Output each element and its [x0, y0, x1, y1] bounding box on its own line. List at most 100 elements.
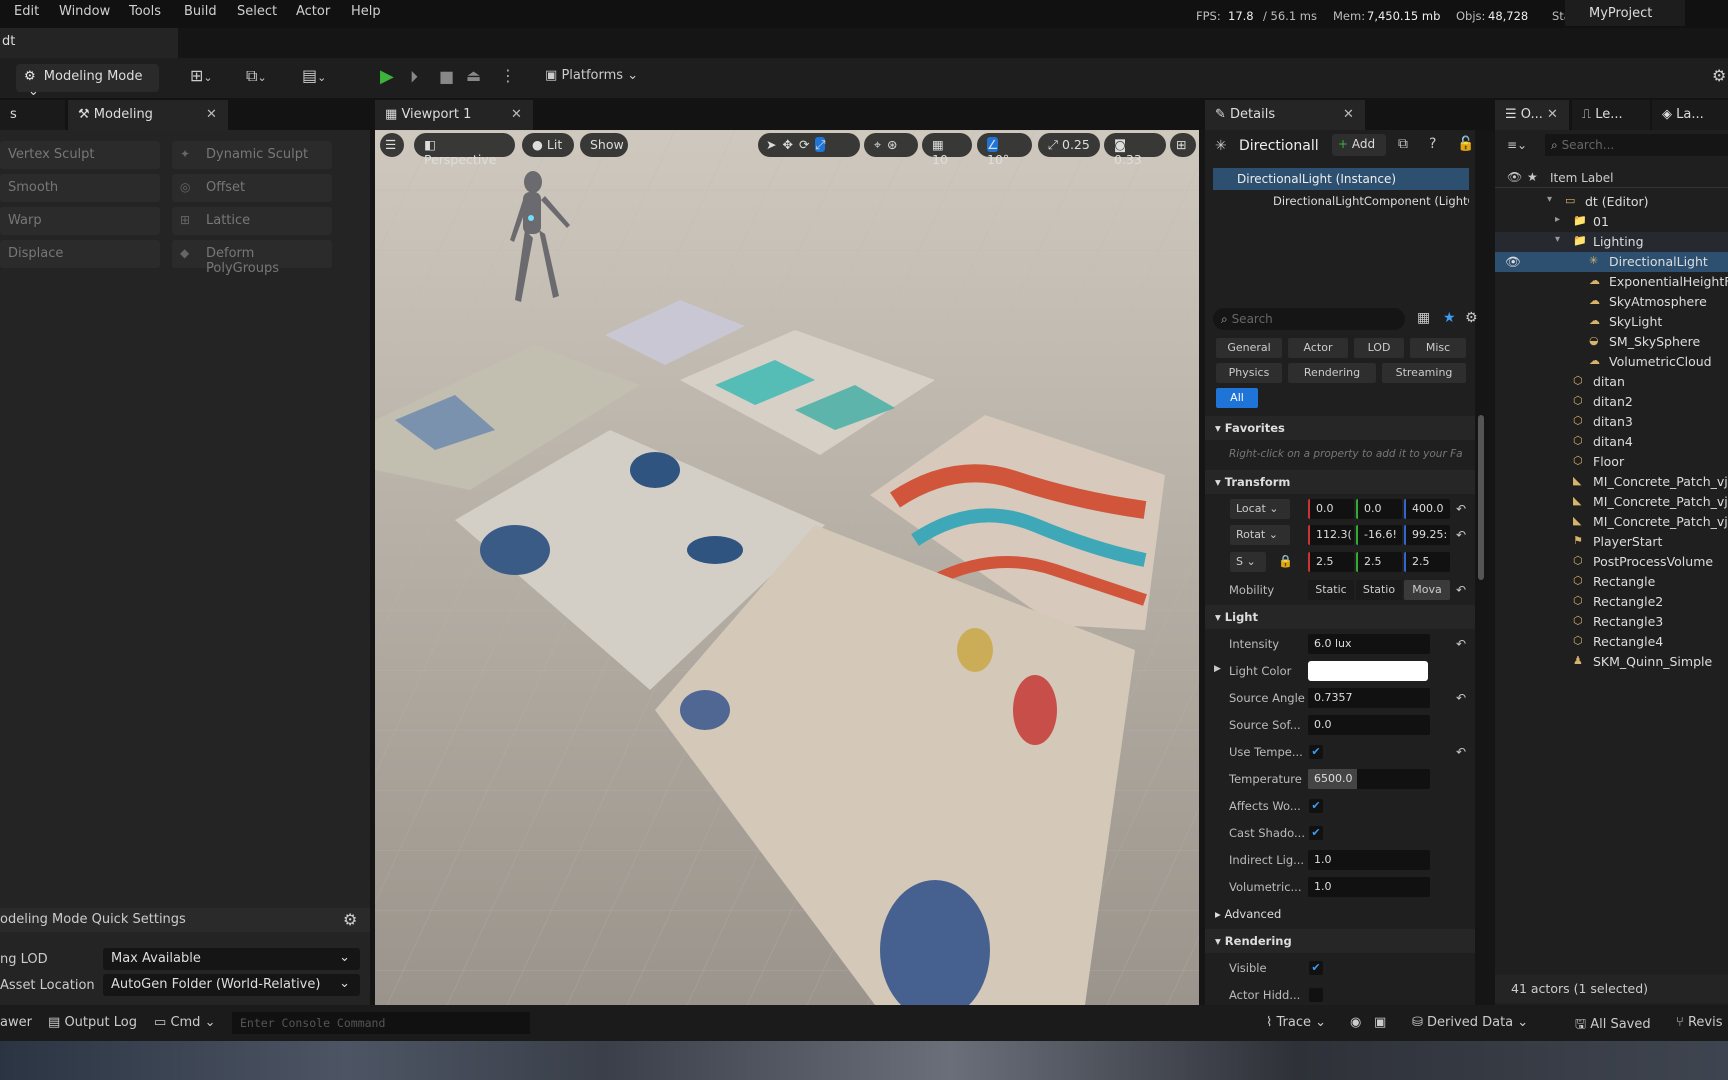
filter-rendering[interactable]: Rendering: [1288, 363, 1376, 383]
advance-frame-button[interactable]: ⏵: [410, 67, 418, 87]
rotation-z[interactable]: 99.25:: [1404, 525, 1450, 545]
outliner-row[interactable]: ◣ MI_Concrete_Patch_vj: [1495, 512, 1728, 532]
cmd-button[interactable]: ▭ Cmd ⌄: [154, 1015, 215, 1030]
expand-arrow-icon[interactable]: ▾: [1555, 234, 1560, 245]
source-angle-input[interactable]: 0.7357: [1308, 688, 1430, 708]
temperature-slider[interactable]: 6500.0: [1308, 769, 1430, 789]
use-temperature-checkbox[interactable]: ✔: [1309, 745, 1323, 759]
filter-icon[interactable]: ≡⌄: [1507, 138, 1527, 152]
tool-smooth[interactable]: Smooth: [0, 174, 160, 202]
eye-icon[interactable]: 👁: [1507, 170, 1522, 184]
document-tab[interactable]: dt: [0, 28, 178, 58]
rotation-snap-button[interactable]: ∠ 10°: [977, 133, 1032, 167]
camera-speed-button[interactable]: ◙ 0.33: [1104, 133, 1166, 167]
table-view-icon[interactable]: ▦: [1417, 310, 1430, 326]
location-select[interactable]: Locat ⌄: [1230, 499, 1290, 519]
scale-z[interactable]: 2.5: [1404, 552, 1450, 572]
rotation-select[interactable]: Rotat ⌄: [1230, 525, 1290, 545]
outliner-row[interactable]: ◒ SM_SkySphere: [1495, 332, 1728, 352]
mode-selector[interactable]: ⚙ Modeling Mode ⌄: [16, 64, 159, 99]
close-icon[interactable]: ✕: [1547, 107, 1558, 122]
mobility-movable[interactable]: Mova: [1404, 580, 1450, 600]
outliner-row[interactable]: ☁ SkyLight: [1495, 312, 1728, 332]
tab-details[interactable]: ✎ Details ✕: [1205, 100, 1365, 130]
visible-checkbox[interactable]: ✔: [1309, 961, 1323, 975]
tab-left-partial[interactable]: s: [0, 100, 65, 130]
reset-icon[interactable]: ↶: [1456, 637, 1466, 651]
viewport-canvas[interactable]: [375, 130, 1199, 1005]
grid-snap-button[interactable]: ▦ 10: [922, 133, 972, 167]
screenshot-icon[interactable]: ▣: [1374, 1015, 1386, 1030]
indirect-lighting-input[interactable]: 1.0: [1308, 850, 1430, 870]
outliner-row[interactable]: ⬡ Rectangle3: [1495, 612, 1728, 632]
show-button[interactable]: Show: [580, 133, 628, 157]
tool-lattice[interactable]: Lattice: [172, 207, 332, 235]
outliner-row[interactable]: 👁 ✳ DirectionalLight: [1495, 252, 1728, 272]
reset-icon[interactable]: ↶: [1456, 745, 1466, 759]
outliner-row[interactable]: ▸ 📁 01: [1495, 212, 1728, 232]
outliner-row[interactable]: ⚑ PlayerStart: [1495, 532, 1728, 552]
reset-icon[interactable]: ↶: [1456, 691, 1466, 705]
add-actor-button[interactable]: ⊞⌄: [190, 66, 230, 90]
affects-world-checkbox[interactable]: ✔: [1309, 799, 1323, 813]
tab-viewport[interactable]: ▦ Viewport 1 ✕: [375, 100, 533, 130]
menu-window[interactable]: Window: [59, 4, 110, 19]
rotation-y[interactable]: -16.6!: [1356, 525, 1402, 545]
close-icon[interactable]: ✕: [206, 107, 217, 122]
cast-shadows-checkbox[interactable]: ✔: [1309, 826, 1323, 840]
coordinate-tools[interactable]: ⌖⊛: [864, 133, 918, 157]
tab-outliner[interactable]: ☰ O... ✕: [1495, 100, 1569, 130]
volumetric-input[interactable]: 1.0: [1308, 877, 1430, 897]
actor-name[interactable]: Directionall: [1239, 138, 1319, 154]
surface-snap-icon[interactable]: ⊛: [887, 137, 903, 152]
filter-all[interactable]: All: [1216, 388, 1258, 408]
tab-layers[interactable]: ◈ La...: [1652, 100, 1728, 130]
menu-help[interactable]: Help: [351, 4, 381, 19]
output-log-button[interactable]: ▤ Output Log: [48, 1015, 137, 1030]
reset-icon[interactable]: ↶: [1456, 528, 1466, 542]
content-drawer-button[interactable]: awer: [0, 1015, 32, 1030]
advanced-section[interactable]: ▸ Advanced: [1205, 902, 1475, 926]
layout-button[interactable]: ⊞: [1170, 133, 1196, 157]
scale-snap-button[interactable]: ⤢ 0.25: [1038, 133, 1100, 157]
move-icon[interactable]: ✥: [782, 137, 798, 152]
outliner-row[interactable]: ⬡ ditan: [1495, 372, 1728, 392]
viewport-options-button[interactable]: ☰: [380, 133, 404, 157]
component-root[interactable]: DirectionalLight (Instance): [1213, 168, 1469, 190]
all-saved-button[interactable]: 🖫 All Saved: [1575, 1015, 1651, 1037]
record-icon[interactable]: ◉: [1350, 1015, 1361, 1030]
menu-actor[interactable]: Actor: [296, 4, 330, 19]
play-button[interactable]: ▶: [380, 66, 394, 87]
outliner-row[interactable]: ☁ VolumetricCloud: [1495, 352, 1728, 372]
outliner-row[interactable]: ▾ ▭ dt (Editor): [1495, 192, 1728, 212]
actor-hidden-checkbox[interactable]: [1309, 988, 1323, 1002]
derived-data-button[interactable]: ⛁ Derived Data ⌄: [1412, 1015, 1528, 1030]
outliner-row[interactable]: ☁ ExponentialHeightFo: [1495, 272, 1728, 292]
tool-offset[interactable]: Offset: [172, 174, 332, 202]
tool-vertex-sculpt[interactable]: Vertex Sculpt: [0, 141, 160, 169]
star-icon[interactable]: ★: [1527, 170, 1538, 184]
settings-button[interactable]: ⚙: [1712, 66, 1726, 85]
outliner-search-input[interactable]: ⌕ Search...: [1545, 134, 1728, 156]
expand-arrow-icon[interactable]: ▸: [1555, 214, 1560, 225]
outliner-row[interactable]: ◣ MI_Concrete_Patch_vj: [1495, 492, 1728, 512]
star-icon[interactable]: ★: [1443, 310, 1456, 326]
rotate-icon[interactable]: ⟳: [799, 137, 815, 152]
filter-misc[interactable]: Misc: [1410, 338, 1466, 358]
tool-dynamic-sculpt[interactable]: Dynamic Sculpt: [172, 141, 332, 169]
reset-icon[interactable]: ↶: [1456, 502, 1466, 516]
tool-displace[interactable]: Displace: [0, 240, 160, 268]
outliner-row[interactable]: ⬡ Floor: [1495, 452, 1728, 472]
lit-button[interactable]: ● Lit: [522, 133, 574, 157]
location-y[interactable]: 0.0: [1356, 499, 1402, 519]
scale-x[interactable]: 2.5: [1308, 552, 1354, 572]
tab-modeling[interactable]: ⚒ Modeling ✕: [68, 100, 228, 130]
details-search-input[interactable]: ⌕ Search: [1213, 308, 1405, 330]
scale-y[interactable]: 2.5: [1356, 552, 1402, 572]
outliner-row[interactable]: ⬡ ditan2: [1495, 392, 1728, 412]
scale-icon[interactable]: ⤢: [815, 137, 826, 152]
reset-icon[interactable]: ↶: [1456, 583, 1466, 597]
tool-warp[interactable]: Warp: [0, 207, 160, 235]
revision-control-button[interactable]: ⑂ Revis: [1676, 1015, 1722, 1030]
outliner-row[interactable]: ☁ SkyAtmosphere: [1495, 292, 1728, 312]
